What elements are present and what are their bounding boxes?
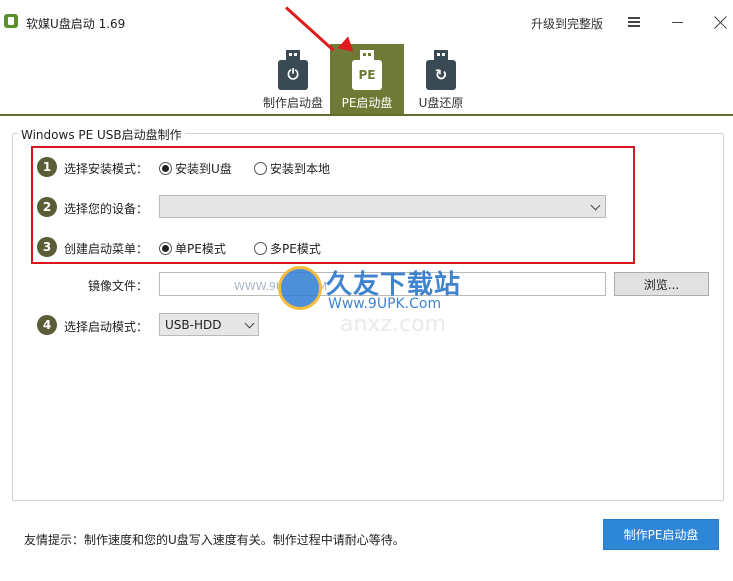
radio-circle: [159, 162, 172, 175]
radio-label: 安装到U盘: [175, 162, 232, 176]
step-1-badge: 1: [37, 157, 57, 177]
boot-mode-label: 选择启动模式：: [64, 320, 149, 334]
hamburger-icon: [628, 17, 640, 27]
image-file-input[interactable]: [159, 272, 606, 296]
chevron-down-icon: [590, 200, 601, 211]
make-pe-button[interactable]: 制作PE启动盘: [603, 519, 719, 550]
power-usb-icon: ⏻: [278, 50, 308, 90]
tabs-underline: [0, 114, 733, 116]
app-logo-icon: [4, 14, 18, 28]
boot-mode-value: USB-HDD: [165, 318, 222, 332]
restore-usb-icon: ↻: [426, 50, 456, 90]
radio-circle: [254, 242, 267, 255]
browse-button[interactable]: 浏览...: [614, 272, 709, 296]
radio-label: 单PE模式: [175, 242, 226, 256]
app-window: 软媒U盘启动 1.69 升级到完整版 ⏻ 制作启动盘 PE PE启动盘 ↻ U盘…: [0, 0, 733, 581]
radio-label: 安装到本地: [270, 162, 331, 176]
tab-label: PE启动盘: [341, 96, 393, 110]
minimize-icon: [671, 21, 683, 23]
radio-single-pe[interactable]: 单PE模式: [159, 240, 226, 257]
device-label: 选择您的设备：: [64, 202, 149, 216]
upgrade-link[interactable]: 升级到完整版: [531, 15, 603, 32]
radio-install-usb[interactable]: 安装到U盘: [159, 160, 232, 177]
close-button[interactable]: [706, 10, 733, 34]
image-file-label: 镜像文件：: [88, 279, 149, 293]
group-title: Windows PE USB启动盘制作: [18, 126, 185, 143]
radio-multi-pe[interactable]: 多PE模式: [254, 240, 321, 257]
tab-pe-boot[interactable]: PE PE启动盘: [330, 44, 404, 116]
radio-install-local[interactable]: 安装到本地: [254, 160, 330, 177]
boot-mode-select[interactable]: USB-HDD: [159, 313, 259, 336]
radio-label: 多PE模式: [270, 242, 321, 256]
tab-make-boot[interactable]: ⏻ 制作启动盘: [256, 44, 330, 116]
install-mode-label: 选择安装模式：: [64, 162, 149, 176]
menu-button[interactable]: [620, 10, 648, 34]
close-icon: [714, 16, 727, 29]
minimize-button[interactable]: [663, 10, 691, 34]
step-3-badge: 3: [37, 237, 57, 257]
window-title: 软媒U盘启动 1.69: [26, 17, 126, 31]
tab-label: 制作启动盘: [262, 96, 323, 110]
radio-circle: [254, 162, 267, 175]
tab-usb-restore[interactable]: ↻ U盘还原: [404, 44, 478, 116]
footer-tip: 友情提示：制作速度和您的U盘写入速度有关。制作过程中请耐心等待。: [24, 533, 405, 547]
boot-menu-label: 创建启动菜单：: [64, 242, 149, 256]
step-2-badge: 2: [37, 197, 57, 217]
pe-badge: PE: [352, 60, 382, 90]
radio-circle: [159, 242, 172, 255]
device-select[interactable]: [159, 195, 606, 218]
title-bar: 软媒U盘启动 1.69 升级到完整版: [0, 0, 733, 44]
tab-label: U盘还原: [418, 96, 464, 110]
chevron-down-icon: [244, 318, 255, 329]
step-4-badge: 4: [37, 315, 57, 335]
main-tabs: ⏻ 制作启动盘 PE PE启动盘 ↻ U盘还原: [0, 44, 733, 116]
pe-usb-icon: PE: [352, 50, 382, 90]
